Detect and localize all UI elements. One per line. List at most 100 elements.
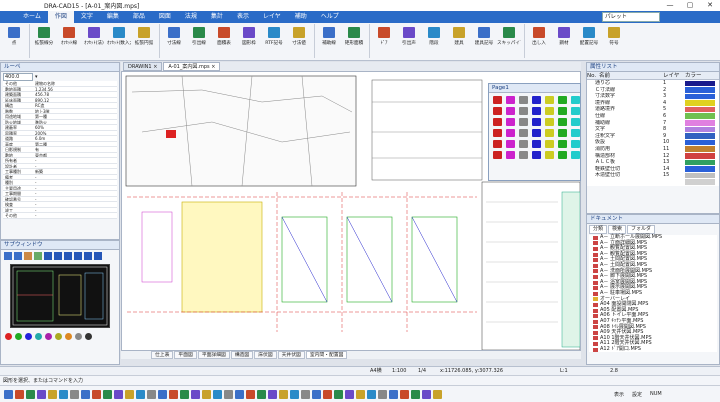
bottom-tool-icon[interactable] <box>389 389 398 399</box>
layer-color-swatch[interactable] <box>685 126 715 133</box>
play-icon[interactable] <box>74 252 82 260</box>
bottom-tool-icon[interactable] <box>136 389 145 399</box>
layer-visible-icon[interactable] <box>587 139 595 146</box>
play-icon[interactable] <box>84 252 92 260</box>
layer-row[interactable]: 注釈文字 9 <box>587 133 719 140</box>
palette-tool-icon[interactable] <box>532 96 541 104</box>
palette-tool-icon[interactable] <box>558 140 567 148</box>
layer-color-swatch[interactable] <box>685 146 715 152</box>
color-dot[interactable] <box>15 333 22 340</box>
bottom-tool-icon[interactable] <box>422 389 431 399</box>
layer-color-swatch[interactable] <box>685 100 715 106</box>
layer-color-swatch[interactable] <box>685 120 715 126</box>
bottom-tool-icon[interactable] <box>158 389 167 399</box>
color-dot[interactable] <box>45 333 52 340</box>
ribbon-button-2[interactable]: ｵﾌｾｯﾄ線 <box>57 23 81 59</box>
tab-5[interactable]: 図面 <box>152 11 178 23</box>
layer-color-swatch[interactable] <box>685 166 715 172</box>
ribbon-button-18[interactable]: 建具記号 <box>472 23 496 59</box>
bottom-tool-icon[interactable] <box>180 389 189 399</box>
layer-color-swatch[interactable] <box>685 139 715 146</box>
palette-tool-icon[interactable] <box>532 107 541 115</box>
bottom-tool-icon[interactable] <box>4 389 13 399</box>
property-row[interactable]: その他 - <box>3 213 117 219</box>
tab-6[interactable]: 法規 <box>178 11 204 23</box>
palette-tool-icon[interactable] <box>519 107 528 115</box>
doc-tab-a01[interactable]: A-01_案内図.mps × <box>163 62 221 71</box>
ribbon-button-5[interactable]: 拡張円弧 <box>132 23 156 59</box>
palette-tool-icon[interactable] <box>506 118 515 126</box>
layer-color-swatch[interactable] <box>685 159 715 166</box>
layer-visible-icon[interactable] <box>587 80 595 87</box>
play-icon[interactable] <box>64 252 72 260</box>
layer-visible-icon[interactable] <box>587 106 595 113</box>
layer-visible-icon[interactable] <box>587 133 595 140</box>
tab-11[interactable]: ヘルプ <box>314 11 346 23</box>
layer-visible-icon[interactable] <box>587 126 595 133</box>
bottom-tool-icon[interactable] <box>334 389 343 399</box>
palette-tool-icon[interactable] <box>493 96 502 104</box>
palette-tool-icon[interactable] <box>545 107 554 115</box>
tab-3[interactable]: 編集 <box>100 11 126 23</box>
palette-tool-icon[interactable] <box>519 96 528 104</box>
ribbon-button-11[interactable]: 寸法値 <box>287 23 311 59</box>
color-dot[interactable] <box>85 333 92 340</box>
color-dot[interactable] <box>55 333 62 340</box>
tab-8[interactable]: 表示 <box>230 11 256 23</box>
ribbon-button-10[interactable]: RTF記号 <box>262 23 286 59</box>
layout-tab-2[interactable]: 平面詳細図 <box>197 351 230 359</box>
layer-color-swatch[interactable] <box>685 87 715 93</box>
fit-icon[interactable] <box>24 252 32 260</box>
layer-row[interactable]: 仮設 10 <box>587 139 719 146</box>
bottom-tool-icon[interactable] <box>70 389 79 399</box>
palette-tool-icon[interactable] <box>519 118 528 126</box>
palette-tool-icon[interactable] <box>532 151 541 159</box>
ribbon-button-12[interactable]: 補助線 <box>317 23 341 59</box>
bottom-tool-icon[interactable] <box>59 389 68 399</box>
tab-7[interactable]: 集計 <box>204 11 230 23</box>
layer-color-swatch[interactable] <box>685 106 715 113</box>
layer-visible-icon[interactable] <box>587 146 595 153</box>
zoom-out-icon[interactable] <box>14 252 22 260</box>
play-icon[interactable] <box>94 252 102 260</box>
palette-tool-icon[interactable] <box>532 118 541 126</box>
layer-color-swatch[interactable] <box>685 80 715 86</box>
zoom-dropdown-icon[interactable]: ▾ <box>35 74 38 80</box>
palette-tool-icon[interactable] <box>519 151 528 159</box>
palette-tool-icon[interactable] <box>545 129 554 137</box>
tab-9[interactable]: レイヤ <box>256 11 288 23</box>
tab-1[interactable]: 作図 <box>47 11 74 23</box>
palette-select[interactable]: パレット <box>602 12 660 22</box>
maximize-button[interactable]: ▢ <box>680 0 700 11</box>
ribbon-button-22[interactable]: 配置記号 <box>577 23 601 59</box>
bottom-tool-icon[interactable] <box>378 389 387 399</box>
bottom-tool-icon[interactable] <box>224 389 233 399</box>
layer-color-swatch[interactable] <box>685 113 715 119</box>
layer-visible-icon[interactable] <box>587 159 595 166</box>
ribbon-button-9[interactable]: 図形枠 <box>237 23 261 59</box>
layer-row[interactable]: 仕線 6 <box>587 113 719 120</box>
palette-tool-icon[interactable] <box>493 140 502 148</box>
tab-10[interactable]: 補助 <box>288 11 314 23</box>
color-dot[interactable] <box>75 333 82 340</box>
close-button[interactable]: ✕ <box>700 0 720 11</box>
bottom-tool-icon[interactable] <box>301 389 310 399</box>
palette-tool-icon[interactable] <box>493 107 502 115</box>
color-dot[interactable] <box>35 333 42 340</box>
layer-visible-icon[interactable] <box>587 120 595 127</box>
bottom-tool-icon[interactable] <box>400 389 409 399</box>
ribbon-button-16[interactable]: 階段 <box>422 23 446 59</box>
bottom-label-1[interactable]: 設定 <box>632 391 642 398</box>
bottom-tool-icon[interactable] <box>81 389 90 399</box>
palette-tool-icon[interactable] <box>558 151 567 159</box>
color-dot[interactable] <box>5 333 12 340</box>
layer-row[interactable]: 文字 8 <box>587 126 719 133</box>
bottom-tool-icon[interactable] <box>345 389 354 399</box>
layer-row[interactable]: ＡＬＣ板 13 <box>587 159 719 166</box>
layer-row[interactable]: 補助線 7 <box>587 120 719 127</box>
bottom-tool-icon[interactable] <box>26 389 35 399</box>
ribbon-button-19[interactable]: スキッパイプ <box>497 23 521 59</box>
bottom-tool-icon[interactable] <box>257 389 266 399</box>
color-dot[interactable] <box>25 333 32 340</box>
ribbon-button-23[interactable]: 符号 <box>602 23 626 59</box>
